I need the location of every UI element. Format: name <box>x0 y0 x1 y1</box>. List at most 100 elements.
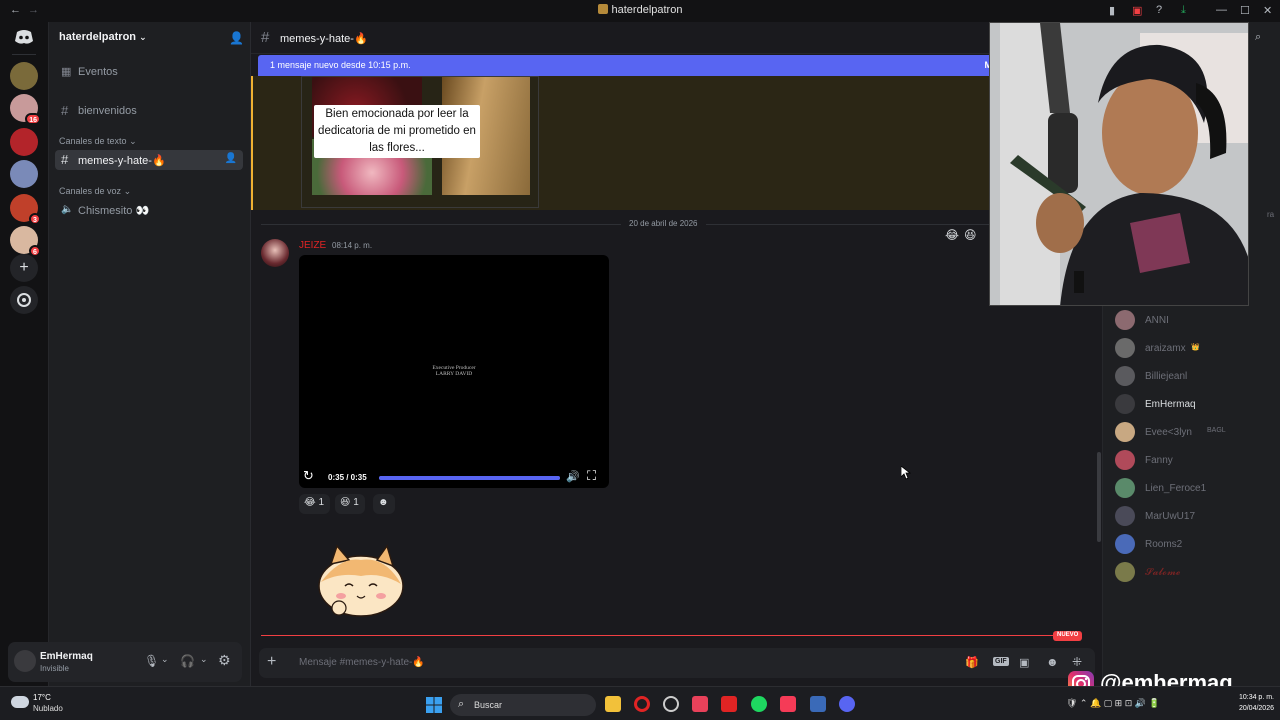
gift-icon[interactable]: 🎁 <box>965 656 979 669</box>
inbox-icon[interactable]: ▣ <box>1132 4 1142 17</box>
new-messages-bar[interactable]: 1 mensaje nuevo desde 10:15 p.m. M <box>258 55 998 76</box>
category-text[interactable]: Canales de texto ⌄ <box>59 136 137 147</box>
download-icon[interactable]: ⤓ <box>1181 4 1186 17</box>
close-icon[interactable]: ✕ <box>1263 4 1272 17</box>
server-icon[interactable] <box>10 128 38 156</box>
user-name: EmHermaq <box>40 651 93 662</box>
app-store-icon[interactable] <box>810 696 826 712</box>
member-add-icon[interactable]: 👤 <box>225 153 237 164</box>
replay-icon[interactable]: ↻ <box>303 468 314 484</box>
member-item[interactable]: Lien_Feroce1 <box>1115 478 1275 500</box>
meme-image[interactable]: Bien emocionada por leer la dedicatoria … <box>301 76 539 208</box>
window-title: haterdelpatron <box>611 4 683 16</box>
avatar <box>1115 478 1135 498</box>
chevron-down-icon[interactable]: ⌄ <box>161 654 169 665</box>
member-item[interactable]: Evee<3lyn BAGL <box>1115 422 1275 444</box>
headphones-icon[interactable]: 🎧 <box>180 654 195 668</box>
server-rail: 16 3 6 + <box>0 22 48 686</box>
hash-icon: # <box>61 152 69 167</box>
new-divider-line <box>261 635 1053 636</box>
help-icon[interactable]: ? <box>1156 4 1162 16</box>
webcam-overlay <box>989 22 1249 306</box>
chat-scrollbar[interactable] <box>1097 452 1101 542</box>
avatar <box>1115 534 1135 554</box>
avatar <box>1115 562 1135 582</box>
member-item[interactable]: Billiejeanl <box>1115 366 1275 388</box>
video-player[interactable]: Executive Producer LARRY DAVID ↻ 0:35 / … <box>299 255 609 488</box>
avatar <box>1115 506 1135 526</box>
member-item[interactable]: Fanny <box>1115 450 1275 472</box>
meme-caption: Bien emocionada por leer la dedicatoria … <box>314 105 480 158</box>
discord-home-icon[interactable] <box>10 26 38 48</box>
gif-icon[interactable]: GIF <box>993 657 1009 666</box>
taskbar-search[interactable]: ⌕ Buscar <box>450 694 596 716</box>
settings-gear-icon[interactable]: ⚙ <box>218 652 231 669</box>
channel-bienvenidos[interactable]: # bienvenidos <box>55 101 243 121</box>
invite-icon[interactable]: 👤 <box>229 31 244 45</box>
search-icon[interactable]: ⌕ <box>1255 31 1261 44</box>
server-icon[interactable]: 6 <box>10 226 41 257</box>
emoji-icon[interactable]: ☻ <box>1046 655 1059 669</box>
tiktok-icon[interactable] <box>692 696 708 712</box>
server-name-button[interactable]: haterdelpatron ⌄ <box>59 31 147 43</box>
quick-reaction-grin-icon[interactable]: 😆 <box>964 228 977 242</box>
member-item[interactable]: Rooms2 <box>1115 534 1275 556</box>
member-name: Fanny <box>1145 455 1173 466</box>
add-server-icon[interactable]: + <box>10 254 38 282</box>
member-item[interactable]: 𝓢𝓪𝓵𝓸𝓶𝓮 <box>1115 562 1275 584</box>
author-name[interactable]: JEIZE <box>299 240 326 251</box>
volume-icon[interactable]: 🔊 <box>566 470 580 483</box>
add-attachment-icon[interactable]: + <box>267 653 276 671</box>
apps-icon[interactable]: ⁜ <box>1072 655 1082 669</box>
video-progress-track[interactable] <box>379 476 560 480</box>
member-item[interactable]: MarUwU17 <box>1115 506 1275 528</box>
member-name: 𝓢𝓪𝓵𝓸𝓶𝓮 <box>1145 567 1181 578</box>
explore-icon[interactable] <box>10 286 38 314</box>
member-name: Evee<3lyn <box>1145 427 1192 438</box>
member-item[interactable]: ANNI <box>1115 310 1275 332</box>
events-item[interactable]: ▦ Eventos <box>55 62 243 82</box>
server-icon[interactable] <box>10 160 38 188</box>
mention-badge: 16 <box>25 113 41 125</box>
apple-music-icon[interactable] <box>780 696 796 712</box>
cloud-icon <box>11 696 29 708</box>
member-name: Billiejeanl <box>1145 371 1188 382</box>
member-item[interactable]: araizamx 👑 <box>1115 338 1275 360</box>
quick-reaction-laugh-icon[interactable]: 😂 <box>945 228 959 242</box>
shiba-sticker[interactable] <box>311 542 407 620</box>
opera-gx-icon[interactable] <box>721 696 737 712</box>
microphone-icon[interactable]: 🎙 <box>144 654 159 668</box>
author-avatar[interactable] <box>261 239 289 267</box>
avatar[interactable] <box>14 650 36 672</box>
fullscreen-icon[interactable]: ⛶ <box>587 468 596 484</box>
chatgpt-icon[interactable] <box>663 696 679 712</box>
member-name: EmHermaq <box>1145 399 1196 410</box>
server-icon[interactable]: 16 <box>10 94 41 125</box>
pin-icon[interactable]: ▮ <box>1109 4 1115 17</box>
reaction-laugh[interactable]: 😂 1 <box>299 494 331 514</box>
maximize-icon[interactable]: ☐ <box>1240 4 1250 17</box>
tray-icons[interactable]: 🛡 ⌃ 🔔 ▢ ⊞ ⊡ 🔊 🔋 <box>1066 698 1160 709</box>
file-explorer-icon[interactable] <box>605 696 621 712</box>
category-voice[interactable]: Canales de voz ⌄ <box>59 186 131 197</box>
member-item[interactable]: EmHermaq <box>1115 394 1275 416</box>
new-label: NUEVO <box>1053 631 1083 641</box>
minimize-icon[interactable]: — <box>1216 4 1227 16</box>
sticker-icon[interactable]: ▣ <box>1019 656 1029 669</box>
weather-desc: Nublado <box>33 704 63 713</box>
message-input[interactable]: Mensaje #memes-y-hate-🔥 <box>299 657 425 668</box>
reaction-grin[interactable]: 😆 1 <box>335 494 365 514</box>
calendar-icon: ▦ <box>61 66 72 78</box>
server-icon[interactable]: 3 <box>10 194 41 225</box>
opera-icon[interactable] <box>634 696 650 712</box>
weather-temp: 17°C <box>33 693 51 702</box>
voice-channel-chismesito[interactable]: 🔈 Chismesito 👀 <box>55 200 243 220</box>
server-icon[interactable] <box>10 62 38 90</box>
windows-start-icon[interactable] <box>426 697 442 713</box>
add-reaction-icon[interactable]: ☻ <box>373 494 395 514</box>
discord-taskbar-icon[interactable] <box>839 696 855 712</box>
chevron-down-icon[interactable]: ⌄ <box>200 654 208 665</box>
spotify-icon[interactable] <box>751 696 767 712</box>
channel-memes-y-hate[interactable]: # memes-y-hate-🔥 👤 <box>55 150 243 170</box>
search-icon: ⌕ <box>458 698 465 710</box>
